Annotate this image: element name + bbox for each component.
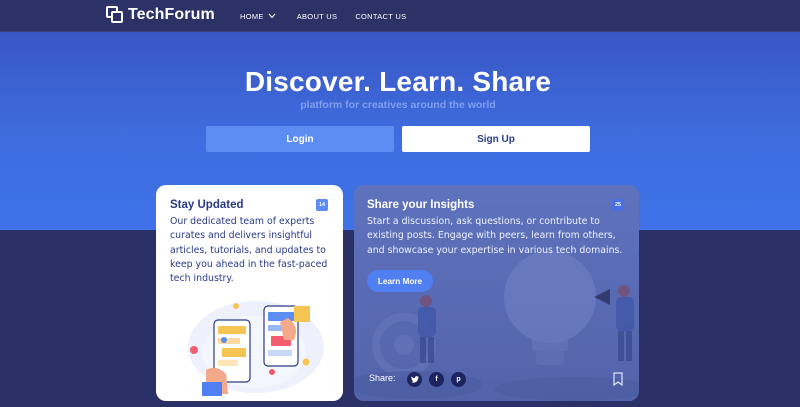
- chevron-down-icon: [268, 13, 276, 19]
- brand-name: TechForum: [128, 6, 215, 23]
- login-button[interactable]: Login: [206, 126, 394, 152]
- learn-more-button[interactable]: Learn More: [367, 270, 433, 292]
- phone-chat-illustration-icon: [188, 301, 324, 396]
- hero-title: Discover. Learn. Share: [244, 66, 552, 97]
- count-badge: 14: [316, 199, 328, 211]
- signup-button[interactable]: Sign Up: [402, 126, 590, 152]
- nav-item-home-label: HOME: [240, 11, 264, 21]
- bookmark-icon[interactable]: [612, 372, 624, 386]
- card-share-insights: Share your Insights 25 Start a discussio…: [354, 185, 639, 401]
- nav-item-about-label: ABOUT US: [296, 11, 338, 21]
- card-description: Our dedicated team of experts curates an…: [170, 216, 328, 285]
- count-badge: 25: [612, 199, 624, 211]
- card-title: Stay Updated: [170, 199, 244, 211]
- hero-subtitle: platform for creatives around the world: [300, 99, 496, 111]
- nav-item-home[interactable]: HOME: [240, 12, 276, 21]
- twitter-icon[interactable]: [407, 372, 422, 387]
- main-menu: HOME ABOUT US CONTACT US: [240, 0, 406, 32]
- card-title: Share your Insights: [367, 199, 475, 211]
- pinterest-icon[interactable]: p: [451, 372, 466, 387]
- facebook-icon[interactable]: f: [429, 372, 444, 387]
- logo-icon: [106, 6, 124, 24]
- nav-item-contact-label: CONTACT US: [355, 11, 407, 21]
- nav-item-about[interactable]: ABOUT US: [297, 12, 338, 21]
- brand-logo[interactable]: TechForum: [106, 6, 215, 24]
- card-stay-updated: Stay Updated 14 Our dedicated team of ex…: [156, 185, 343, 401]
- top-navbar: TechForum HOME ABOUT US CONTACT US: [0, 0, 800, 32]
- nav-item-contact[interactable]: CONTACT US: [355, 12, 406, 21]
- card-description: Start a discussion, ask questions, or co…: [367, 216, 623, 256]
- share-label: Share:: [369, 373, 396, 383]
